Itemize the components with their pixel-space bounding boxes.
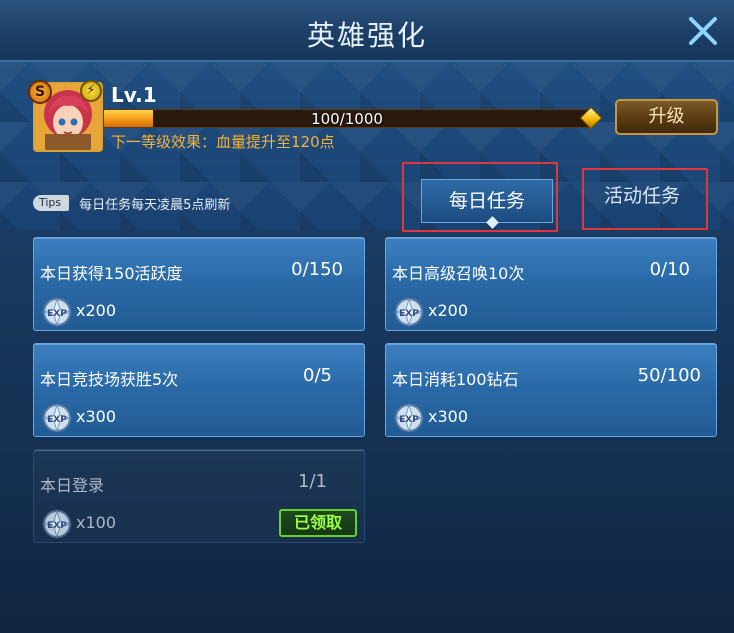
task-progress: 50/100 [637, 365, 701, 386]
exp-icon: EXP [394, 403, 424, 433]
tips-text: 每日任务每天凌晨5点刷新 [79, 197, 231, 213]
svg-text:EXP: EXP [47, 521, 67, 531]
window-title: 英雄强化 [306, 19, 427, 52]
task-reward: x300 [428, 407, 469, 426]
title-bar: 英雄强化 [0, 0, 734, 62]
task-card-completed: 本日登录 1/1 EXP x100 已领取 [33, 449, 365, 543]
task-reward: x100 [76, 513, 117, 532]
task-title: 本日登录 [40, 476, 105, 495]
next-level-effect: 下一等级效果：血量提升至120点 [111, 133, 335, 151]
exp-icon: EXP [394, 297, 424, 327]
claimed-badge: 已领取 [279, 509, 357, 537]
task-title: 本日消耗100钻石 [392, 370, 519, 389]
task-card[interactable]: 本日竞技场获胜5次 0/5 EXP x300 [33, 343, 365, 437]
svg-text:EXP: EXP [399, 415, 419, 425]
hero-level: Lv.1 [111, 83, 157, 107]
tips-badge: Tips [33, 195, 70, 211]
svg-text:EXP: EXP [47, 415, 67, 425]
tab-event-tasks[interactable]: 活动任务 [590, 175, 694, 219]
task-progress: 0/10 [649, 259, 690, 280]
task-progress: 0/5 [303, 365, 332, 386]
task-title: 本日高级召唤10次 [392, 264, 525, 283]
svg-text:EXP: EXP [47, 309, 67, 319]
upgrade-button[interactable]: 升级 [615, 99, 718, 135]
tips-row: Tips 每日任务每天凌晨5点刷新 [33, 194, 231, 213]
task-title: 本日获得150活跃度 [40, 264, 183, 283]
task-reward: x200 [76, 301, 117, 320]
task-card[interactable]: 本日获得150活跃度 0/150 EXP x200 [33, 237, 365, 331]
task-card[interactable]: 本日消耗100钻石 50/100 EXP x300 [385, 343, 717, 437]
task-reward: x200 [428, 301, 469, 320]
close-icon[interactable] [686, 14, 720, 48]
task-reward: x300 [76, 407, 117, 426]
tab-daily-tasks[interactable]: 每日任务 [421, 179, 553, 223]
task-card[interactable]: 本日高级召唤10次 0/10 EXP x200 [385, 237, 717, 331]
xp-text: 100/1000 [311, 110, 383, 128]
exp-icon: EXP [42, 509, 72, 539]
exp-icon: EXP [42, 403, 72, 433]
task-progress: 1/1 [298, 471, 327, 492]
xp-bar: 100/1000 [103, 109, 591, 128]
task-title: 本日竞技场获胜5次 [40, 370, 179, 389]
lightning-icon: ⚡ [80, 80, 102, 102]
hero-upgrade-panel: 英雄强化 S ⚡ Lv.1 100/1000 下一等级效果：血量提升至120点 … [0, 0, 734, 633]
rank-badge: S [28, 80, 52, 104]
exp-icon: EXP [42, 297, 72, 327]
task-progress: 0/150 [291, 259, 343, 280]
svg-text:EXP: EXP [399, 309, 419, 319]
